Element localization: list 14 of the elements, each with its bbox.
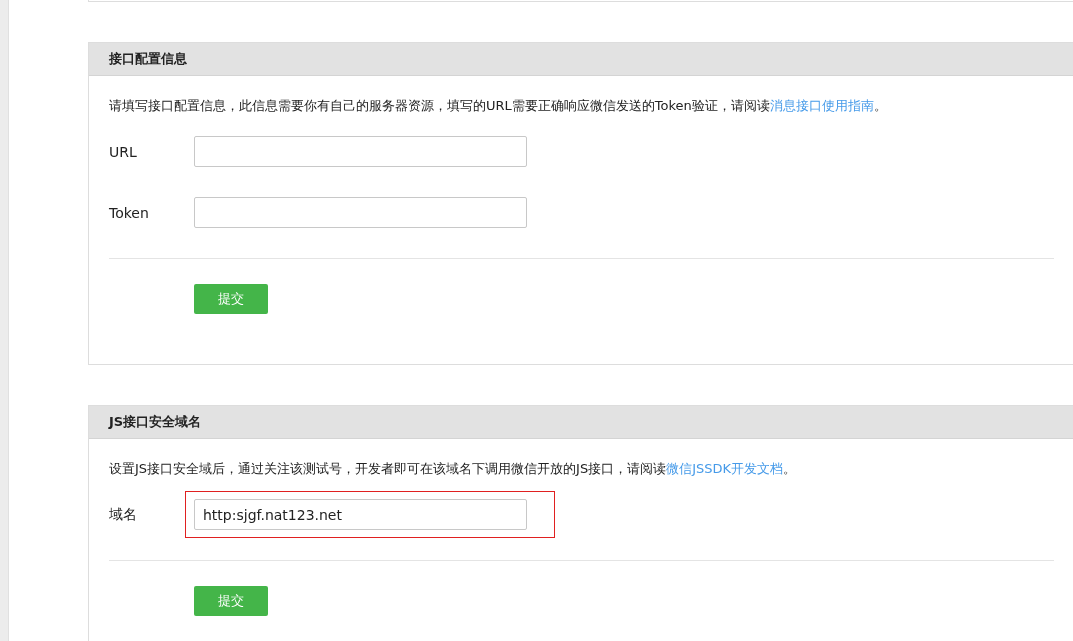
submit-button[interactable]: 提交 (194, 284, 268, 314)
doc-link[interactable]: 微信JSSDK开发文档 (666, 461, 784, 476)
panel-title: JS接口安全域名 (109, 413, 202, 431)
input-field[interactable]: http:sjgf.nat123.net (194, 499, 527, 530)
submit-button[interactable]: 提交 (194, 586, 268, 616)
intro-text: 请填写接口配置信息，此信息需要你有自己的服务器资源，填写的URL需要正确响应微信发送的Token验证，请阅读消息接口使用指南。 (109, 97, 888, 115)
doc-link[interactable]: 消息接口使用指南 (769, 98, 874, 113)
field-label: Token (109, 204, 150, 221)
intro-text: 设置JS接口安全域后，通过关注该测试号，开发者即可在该域名下调用微信开放的JS接口，请阅读微信JSSDK开发文档。 (109, 460, 798, 478)
field-label: 域名 (109, 505, 138, 524)
input-field[interactable] (194, 136, 527, 167)
input-field[interactable] (194, 197, 527, 228)
panel-title: 接口配置信息 (109, 50, 187, 68)
field-label: URL (109, 143, 138, 160)
